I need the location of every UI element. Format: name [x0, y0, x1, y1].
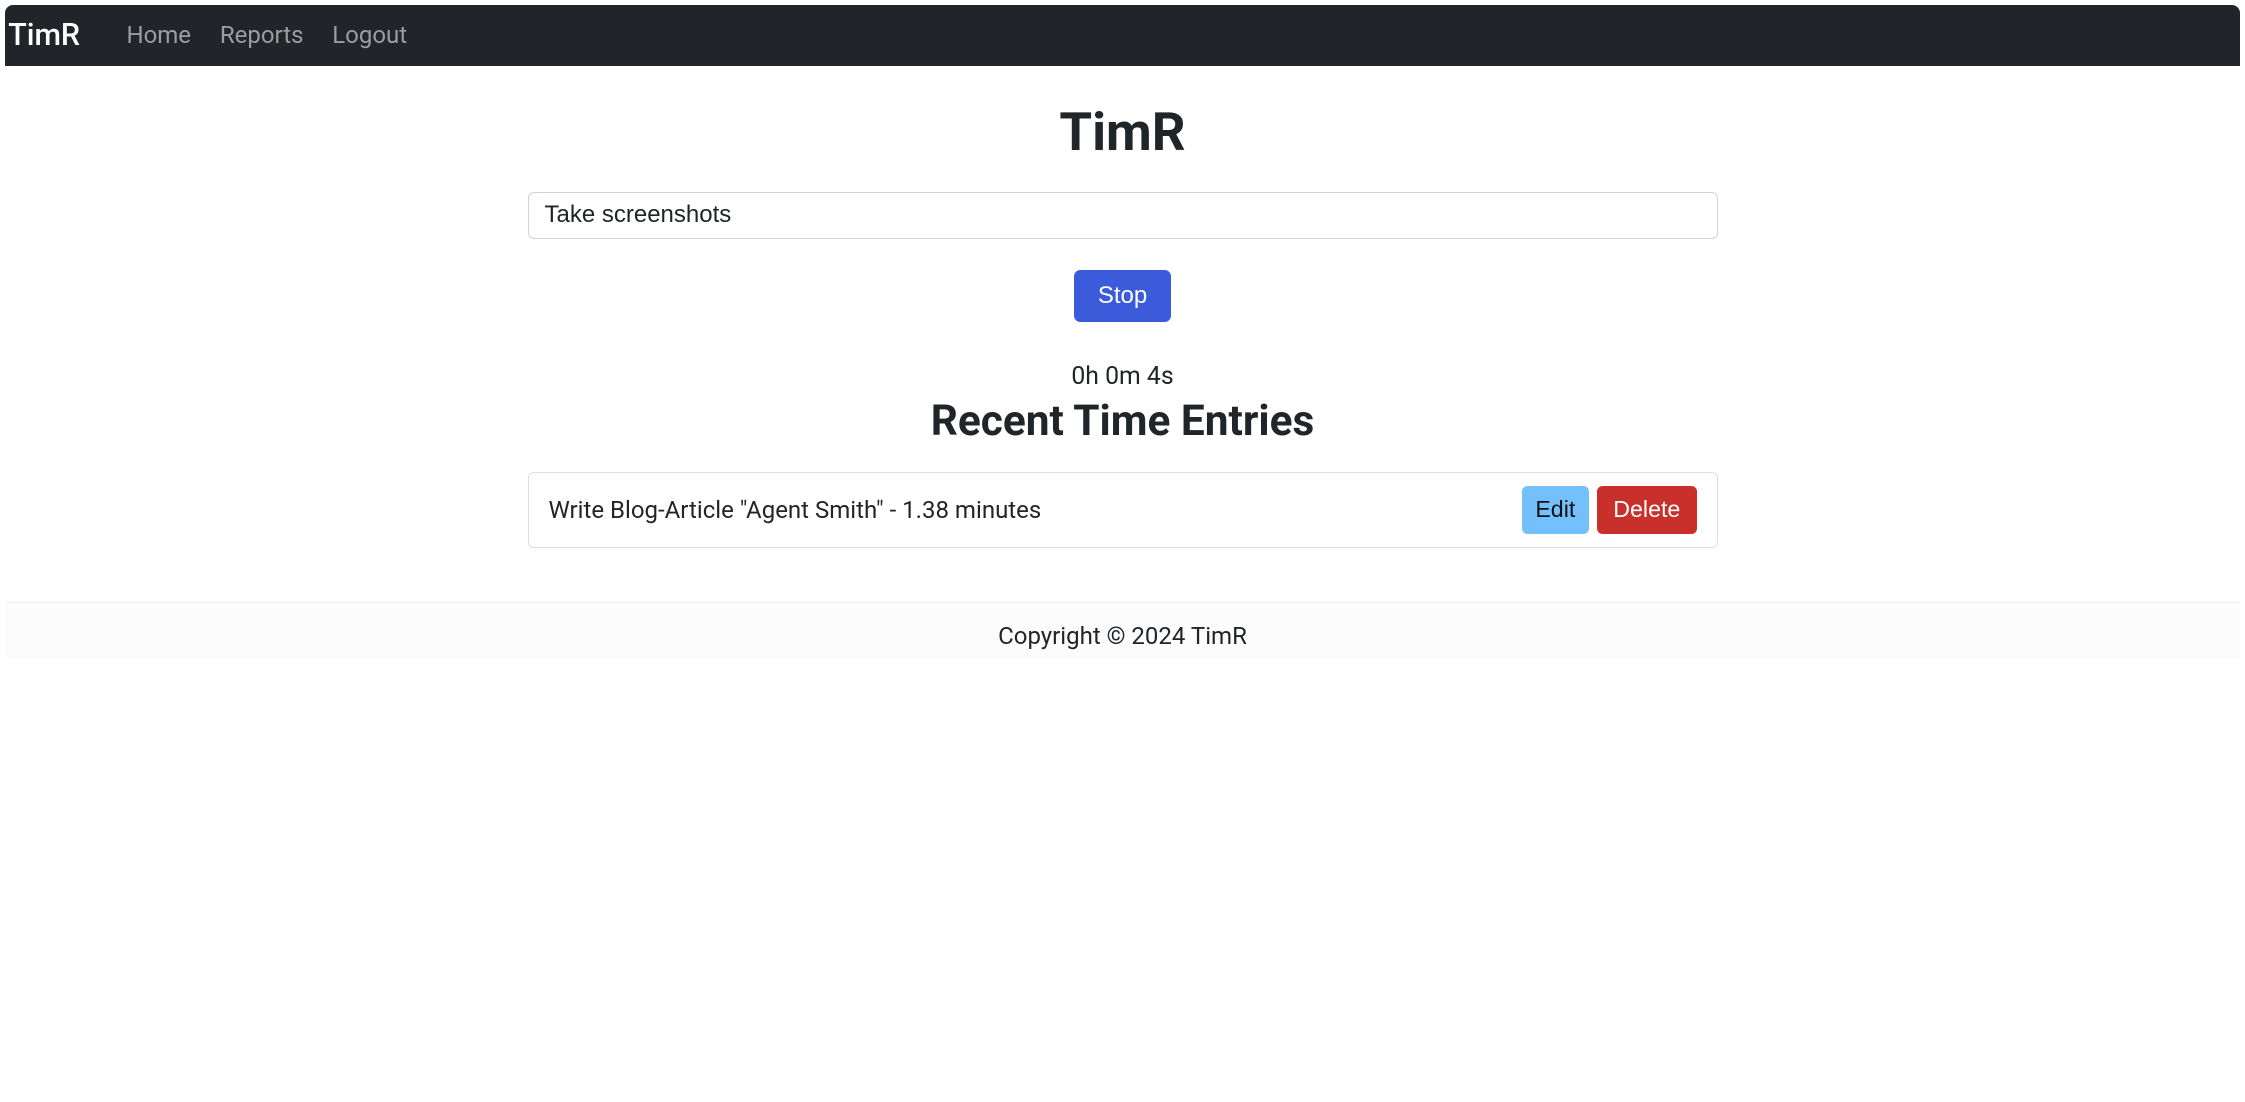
nav-link-logout[interactable]: Logout — [318, 13, 422, 57]
entry-actions: Edit Delete — [1522, 486, 1697, 534]
entries-list: Write Blog-Article "Agent Smith" - 1.38 … — [528, 472, 1718, 548]
main-container: TimR Stop 0h 0m 4s Recent Time Entries W… — [513, 101, 1733, 548]
task-name-input[interactable] — [528, 192, 1718, 240]
page-title: TimR — [528, 101, 1718, 163]
elapsed-time: 0h 0m 4s — [528, 362, 1718, 391]
nav-link-home[interactable]: Home — [112, 13, 205, 57]
list-item: Write Blog-Article "Agent Smith" - 1.38 … — [528, 472, 1718, 548]
navbar-nav: Home Reports Logout — [112, 21, 421, 49]
nav-link-reports[interactable]: Reports — [205, 13, 317, 57]
recent-entries-heading: Recent Time Entries — [528, 397, 1718, 446]
footer-text: Copyright © 2024 TimR — [998, 622, 1247, 650]
delete-button[interactable]: Delete — [1597, 486, 1696, 534]
entry-text: Write Blog-Article "Agent Smith" - 1.38 … — [549, 496, 1042, 524]
navbar-brand[interactable]: TimR — [5, 13, 88, 58]
stop-button[interactable]: Stop — [1074, 270, 1170, 322]
navbar: TimR Home Reports Logout — [5, 5, 2240, 66]
footer: Copyright © 2024 TimR — [5, 602, 2240, 658]
edit-button[interactable]: Edit — [1522, 486, 1590, 534]
